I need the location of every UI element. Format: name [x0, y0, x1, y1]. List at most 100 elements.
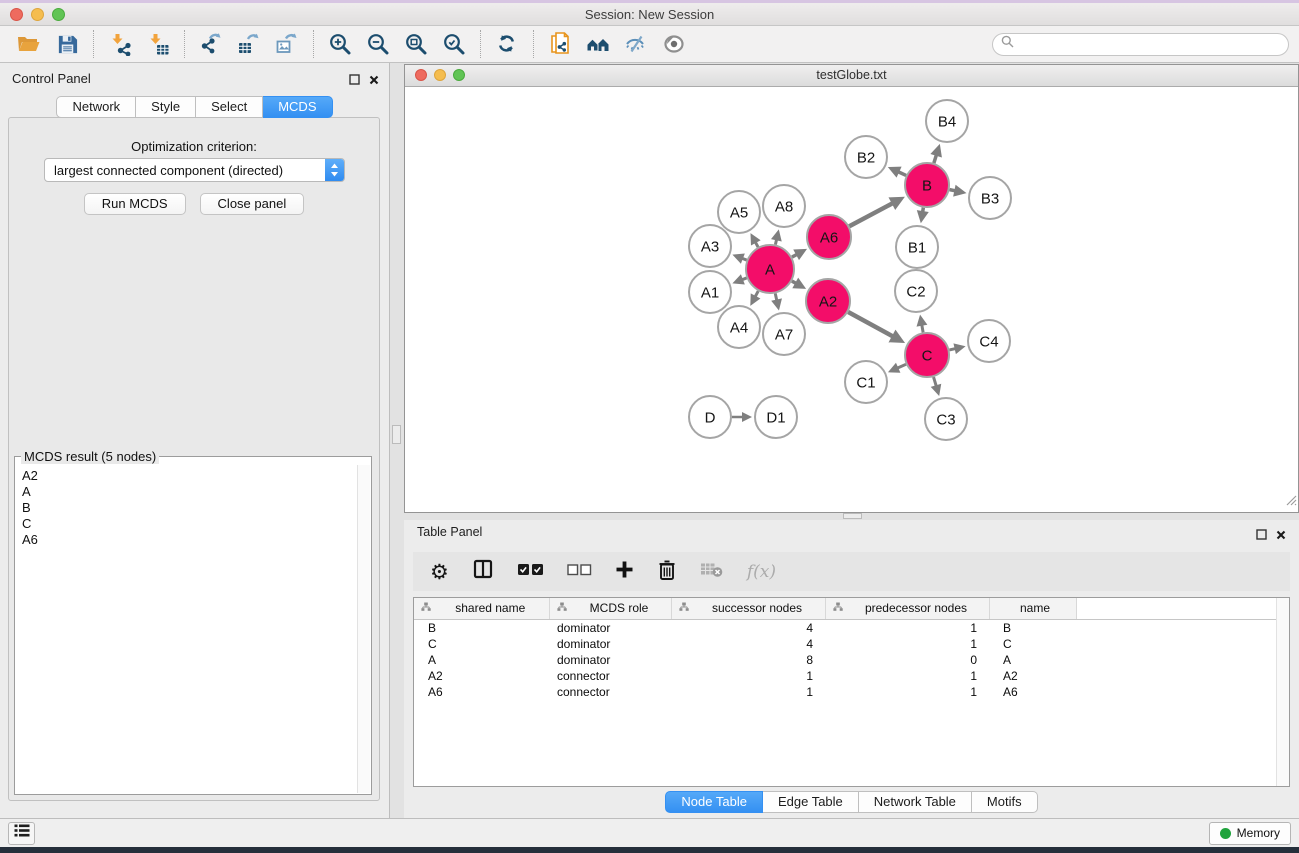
graph-node-A8[interactable]: A8 [763, 185, 805, 227]
graph-edge-A-A4[interactable] [750, 291, 760, 306]
delete-table-button[interactable] [700, 561, 724, 583]
graph-node-C2[interactable]: C2 [895, 270, 937, 312]
save-session-button[interactable] [48, 29, 86, 60]
graph-edge-A-A3[interactable] [732, 253, 746, 263]
graph-node-B4[interactable]: B4 [926, 100, 968, 142]
table-row[interactable]: Bdominator41B [414, 619, 1289, 636]
graph-node-A7[interactable]: A7 [763, 313, 805, 355]
column-header-shared-name[interactable]: shared name [414, 598, 549, 619]
table-settings-button[interactable]: ⚙ [430, 562, 449, 582]
float-panel-icon[interactable] [349, 72, 360, 90]
column-header-successor-nodes[interactable]: successor nodes [671, 598, 825, 619]
zoom-in-button[interactable] [321, 29, 359, 60]
graph-node-C3[interactable]: C3 [925, 398, 967, 440]
export-image-button[interactable] [268, 29, 306, 60]
graph-node-A6[interactable]: A6 [807, 215, 851, 259]
graph-edge-A-A5[interactable] [750, 233, 760, 247]
search-input[interactable] [1019, 37, 1280, 51]
tab-network[interactable]: Network [56, 96, 136, 118]
tab-network-table[interactable]: Network Table [859, 791, 972, 813]
export-network-button[interactable] [192, 29, 230, 60]
column-header-name[interactable]: name [989, 598, 1076, 619]
column-header-mcds-role[interactable]: MCDS role [549, 598, 671, 619]
function-builder-button[interactable]: f(x) [747, 562, 776, 582]
create-column-button[interactable] [615, 560, 634, 584]
mcds-result-item[interactable]: A [22, 484, 357, 500]
delete-columns-button[interactable] [657, 558, 677, 586]
graph-node-A1[interactable]: A1 [689, 271, 731, 313]
refresh-layout-button[interactable] [488, 29, 526, 60]
tab-node-table[interactable]: Node Table [665, 791, 763, 813]
task-history-button[interactable] [8, 822, 35, 845]
import-table-button[interactable] [139, 29, 177, 60]
mcds-result-item[interactable]: C [22, 516, 357, 532]
zoom-out-button[interactable] [359, 29, 397, 60]
graph-edge-A-A1[interactable] [732, 274, 746, 284]
graph-edge-C-C4[interactable] [949, 343, 965, 354]
mcds-result-item[interactable]: A6 [22, 532, 357, 548]
graph-edge-B-B1[interactable] [917, 208, 929, 224]
graph-edge-A-A7[interactable] [771, 293, 782, 310]
tab-style[interactable]: Style [136, 96, 196, 118]
graph-edge-D-D1[interactable] [732, 412, 752, 422]
mcds-result-item[interactable]: A2 [22, 468, 357, 484]
show-columns-button[interactable] [472, 558, 494, 585]
show-all-button[interactable] [655, 29, 693, 60]
optimization-criterion-select[interactable]: largest connected component (directed) [44, 158, 345, 182]
tab-motifs[interactable]: Motifs [972, 791, 1038, 813]
import-network-button[interactable] [101, 29, 139, 60]
graph-edge-A6-B[interactable] [849, 197, 905, 227]
table-row[interactable]: Adominator80A [414, 652, 1289, 668]
network-window-titlebar[interactable]: testGlobe.txt [405, 65, 1298, 87]
graph-node-A4[interactable]: A4 [718, 306, 760, 348]
close-panel-icon[interactable] [369, 72, 379, 90]
first-neighbors-button[interactable] [579, 29, 617, 60]
table-row[interactable]: A6connector11A6 [414, 684, 1289, 700]
graph-edge-C-C2[interactable] [917, 315, 928, 333]
float-table-panel-icon[interactable] [1256, 527, 1267, 545]
zoom-selected-button[interactable] [435, 29, 473, 60]
tab-mcds[interactable]: MCDS [263, 96, 332, 118]
graph-edge-A-A8[interactable] [771, 229, 782, 244]
graph-node-C4[interactable]: C4 [968, 320, 1010, 362]
graph-node-C1[interactable]: C1 [845, 361, 887, 403]
graph-node-D1[interactable]: D1 [755, 396, 797, 438]
network-canvas[interactable]: AA1A2A3A4A5A6A7A8BB1B2B3B4CC1C2C3C4DD1 [405, 87, 1298, 512]
table-scrollbar[interactable] [1276, 598, 1289, 786]
graph-node-B3[interactable]: B3 [969, 177, 1011, 219]
graph-edge-C-C1[interactable] [888, 363, 906, 373]
table-row[interactable]: Cdominator41C [414, 636, 1289, 652]
run-mcds-button[interactable]: Run MCDS [84, 193, 186, 215]
vertical-splitter-grip[interactable] [392, 425, 401, 444]
tab-select[interactable]: Select [196, 96, 263, 118]
deselect-all-columns-button[interactable] [567, 563, 592, 581]
graph-node-A[interactable]: A [746, 245, 794, 293]
graph-edge-A2-C[interactable] [848, 312, 905, 343]
graph-node-B1[interactable]: B1 [896, 226, 938, 268]
graph-node-B[interactable]: B [905, 163, 949, 207]
graph-edge-C-C3[interactable] [931, 377, 942, 396]
graph-edge-B-B4[interactable] [930, 144, 942, 163]
graph-edge-B-B3[interactable] [950, 185, 967, 197]
graph-edge-A-A6[interactable] [792, 249, 807, 260]
result-list-scrollbar[interactable] [357, 465, 370, 793]
zoom-fit-button[interactable] [397, 29, 435, 60]
close-table-panel-icon[interactable] [1276, 527, 1286, 545]
hide-selected-button[interactable] [617, 29, 655, 60]
open-session-button[interactable] [10, 29, 48, 60]
graph-edge-B-B2[interactable] [888, 167, 906, 178]
select-all-columns-button[interactable] [517, 563, 544, 581]
horizontal-splitter-grip[interactable] [843, 513, 862, 519]
mcds-result-item[interactable]: B [22, 500, 357, 516]
graph-edge-A-A2[interactable] [792, 278, 806, 289]
graph-node-B2[interactable]: B2 [845, 136, 887, 178]
resize-grip-icon[interactable] [1285, 493, 1297, 511]
network-from-selection-button[interactable] [541, 29, 579, 60]
graph-node-A3[interactable]: A3 [689, 225, 731, 267]
memory-button[interactable]: Memory [1209, 822, 1291, 845]
close-panel-button[interactable]: Close panel [200, 193, 305, 215]
graph-node-C[interactable]: C [905, 333, 949, 377]
graph-node-D[interactable]: D [689, 396, 731, 438]
graph-node-A5[interactable]: A5 [718, 191, 760, 233]
export-table-button[interactable] [230, 29, 268, 60]
